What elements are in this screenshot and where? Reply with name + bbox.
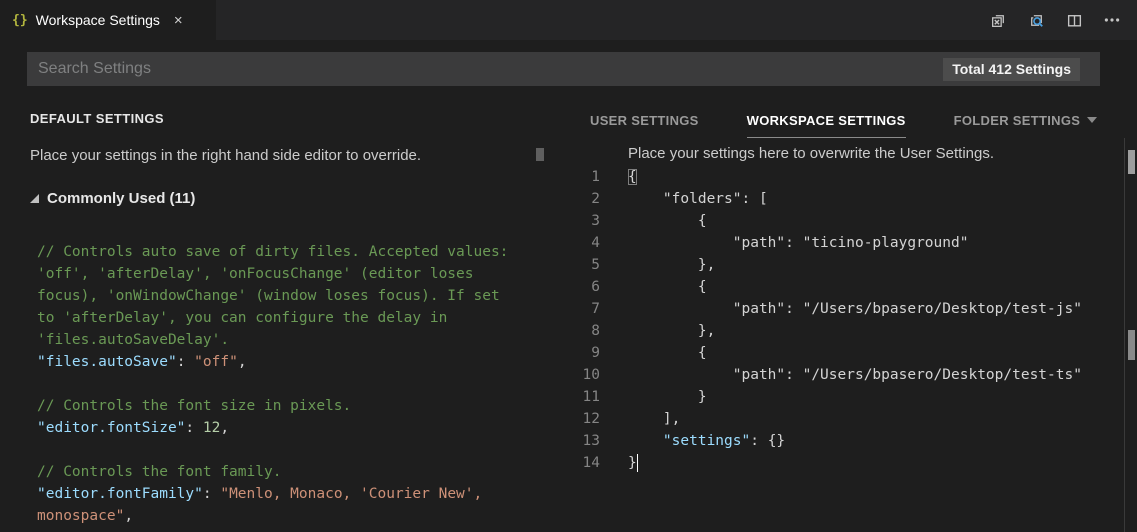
settings-target-tabs: USER SETTINGS WORKSPACE SETTINGS FOLDER … — [590, 108, 1137, 138]
line-number: 4 — [560, 235, 600, 251]
workspace-settings-description: Place your settings here to overwrite th… — [628, 145, 1137, 162]
settings-split-view: DEFAULT SETTINGS Place your settings in … — [0, 98, 1137, 532]
scrollbar-decoration[interactable] — [536, 148, 544, 161]
code-line[interactable]: 14} — [560, 452, 1137, 474]
close-tab-icon[interactable]: × — [174, 13, 183, 28]
section-label: Commonly Used (11) — [47, 190, 195, 207]
code-line[interactable]: 'files.autoSaveDelay'. — [30, 329, 548, 351]
default-settings-description: Place your settings in the right hand si… — [30, 147, 548, 164]
code-line[interactable]: 12 ], — [560, 408, 1137, 430]
code-line[interactable]: // Controls auto save of dirty files. Ac… — [30, 241, 548, 263]
tab-folder-settings-label: FOLDER SETTINGS — [954, 113, 1081, 128]
line-number: 10 — [560, 367, 600, 383]
tab-title: Workspace Settings — [36, 12, 160, 28]
code-line[interactable]: "editor.fontSize": 12, — [30, 417, 548, 439]
default-settings-editor[interactable]: // Controls auto save of dirty files. Ac… — [30, 241, 548, 527]
tab-folder-settings[interactable]: FOLDER SETTINGS — [954, 108, 1098, 138]
code-line[interactable]: // Controls the font family. — [30, 461, 548, 483]
workspace-settings-pane: USER SETTINGS WORKSPACE SETTINGS FOLDER … — [560, 98, 1137, 532]
editor-tab-bar: {} Workspace Settings × — [0, 0, 1137, 40]
code-line[interactable]: 11 } — [560, 386, 1137, 408]
line-number: 6 — [560, 279, 600, 295]
code-line[interactable]: // Controls the font size in pixels. — [30, 395, 548, 417]
tab-user-settings[interactable]: USER SETTINGS — [590, 108, 699, 138]
json-file-icon: {} — [12, 13, 28, 28]
code-line[interactable] — [30, 373, 548, 395]
code-line[interactable]: 3 { — [560, 210, 1137, 232]
code-line[interactable]: "files.autoSave": "off", — [30, 351, 548, 373]
code-line[interactable]: focus), 'onWindowChange' (window loses f… — [30, 285, 548, 307]
line-number: 3 — [560, 213, 600, 229]
vertical-scrollbar[interactable] — [1124, 138, 1137, 532]
line-number: 14 — [560, 455, 600, 471]
code-line[interactable]: 5 }, — [560, 254, 1137, 276]
line-number: 8 — [560, 323, 600, 339]
line-number: 1 — [560, 169, 600, 185]
scrollbar-thumb[interactable] — [1128, 330, 1135, 360]
chevron-down-icon — [1087, 117, 1097, 123]
more-actions-icon[interactable] — [1103, 11, 1121, 29]
code-line[interactable]: "editor.fontFamily": "Menlo, Monaco, 'Co… — [30, 483, 548, 505]
close-all-editors-icon[interactable] — [989, 11, 1007, 29]
line-number: 11 — [560, 389, 600, 405]
line-number: 5 — [560, 257, 600, 273]
open-preview-icon[interactable] — [1027, 11, 1045, 29]
code-line[interactable]: 1{ — [560, 166, 1137, 188]
section-commonly-used[interactable]: Commonly Used (11) — [30, 190, 548, 207]
code-line[interactable]: 8 }, — [560, 320, 1137, 342]
code-line[interactable]: 13 "settings": {} — [560, 430, 1137, 452]
tab-workspace-settings[interactable]: {} Workspace Settings × — [0, 0, 216, 40]
code-line[interactable]: 'off', 'afterDelay', 'onFocusChange' (ed… — [30, 263, 548, 285]
line-number: 12 — [560, 411, 600, 427]
code-line[interactable]: 9 { — [560, 342, 1137, 364]
code-line[interactable]: 10 "path": "/Users/bpasero/Desktop/test-… — [560, 364, 1137, 386]
default-settings-heading: DEFAULT SETTINGS — [30, 111, 548, 126]
text-cursor — [637, 454, 639, 472]
code-line[interactable]: 7 "path": "/Users/bpasero/Desktop/test-j… — [560, 298, 1137, 320]
workspace-settings-editor[interactable]: 1{2 "folders": [3 {4 "path": "ticino-pla… — [560, 166, 1137, 474]
tab-workspace-settings-target[interactable]: WORKSPACE SETTINGS — [747, 108, 906, 138]
code-line[interactable]: monospace", — [30, 505, 548, 527]
search-input[interactable] — [27, 52, 1100, 86]
code-line[interactable]: 2 "folders": [ — [560, 188, 1137, 210]
editor-actions — [989, 0, 1137, 40]
line-number: 9 — [560, 345, 600, 361]
code-line[interactable]: 4 "path": "ticino-playground" — [560, 232, 1137, 254]
line-number: 2 — [560, 191, 600, 207]
split-editor-icon[interactable] — [1065, 11, 1083, 29]
line-number: 7 — [560, 301, 600, 317]
line-number: 13 — [560, 433, 600, 449]
default-settings-pane: DEFAULT SETTINGS Place your settings in … — [0, 98, 548, 532]
scrollbar-thumb[interactable] — [1128, 150, 1135, 174]
collapse-twistie-icon — [30, 194, 39, 203]
code-line[interactable] — [30, 439, 548, 461]
settings-count-badge: Total 412 Settings — [943, 58, 1080, 81]
settings-search-bar: Total 412 Settings — [0, 40, 1137, 98]
code-line[interactable]: to 'afterDelay', you can configure the d… — [30, 307, 548, 329]
code-line[interactable]: 6 { — [560, 276, 1137, 298]
